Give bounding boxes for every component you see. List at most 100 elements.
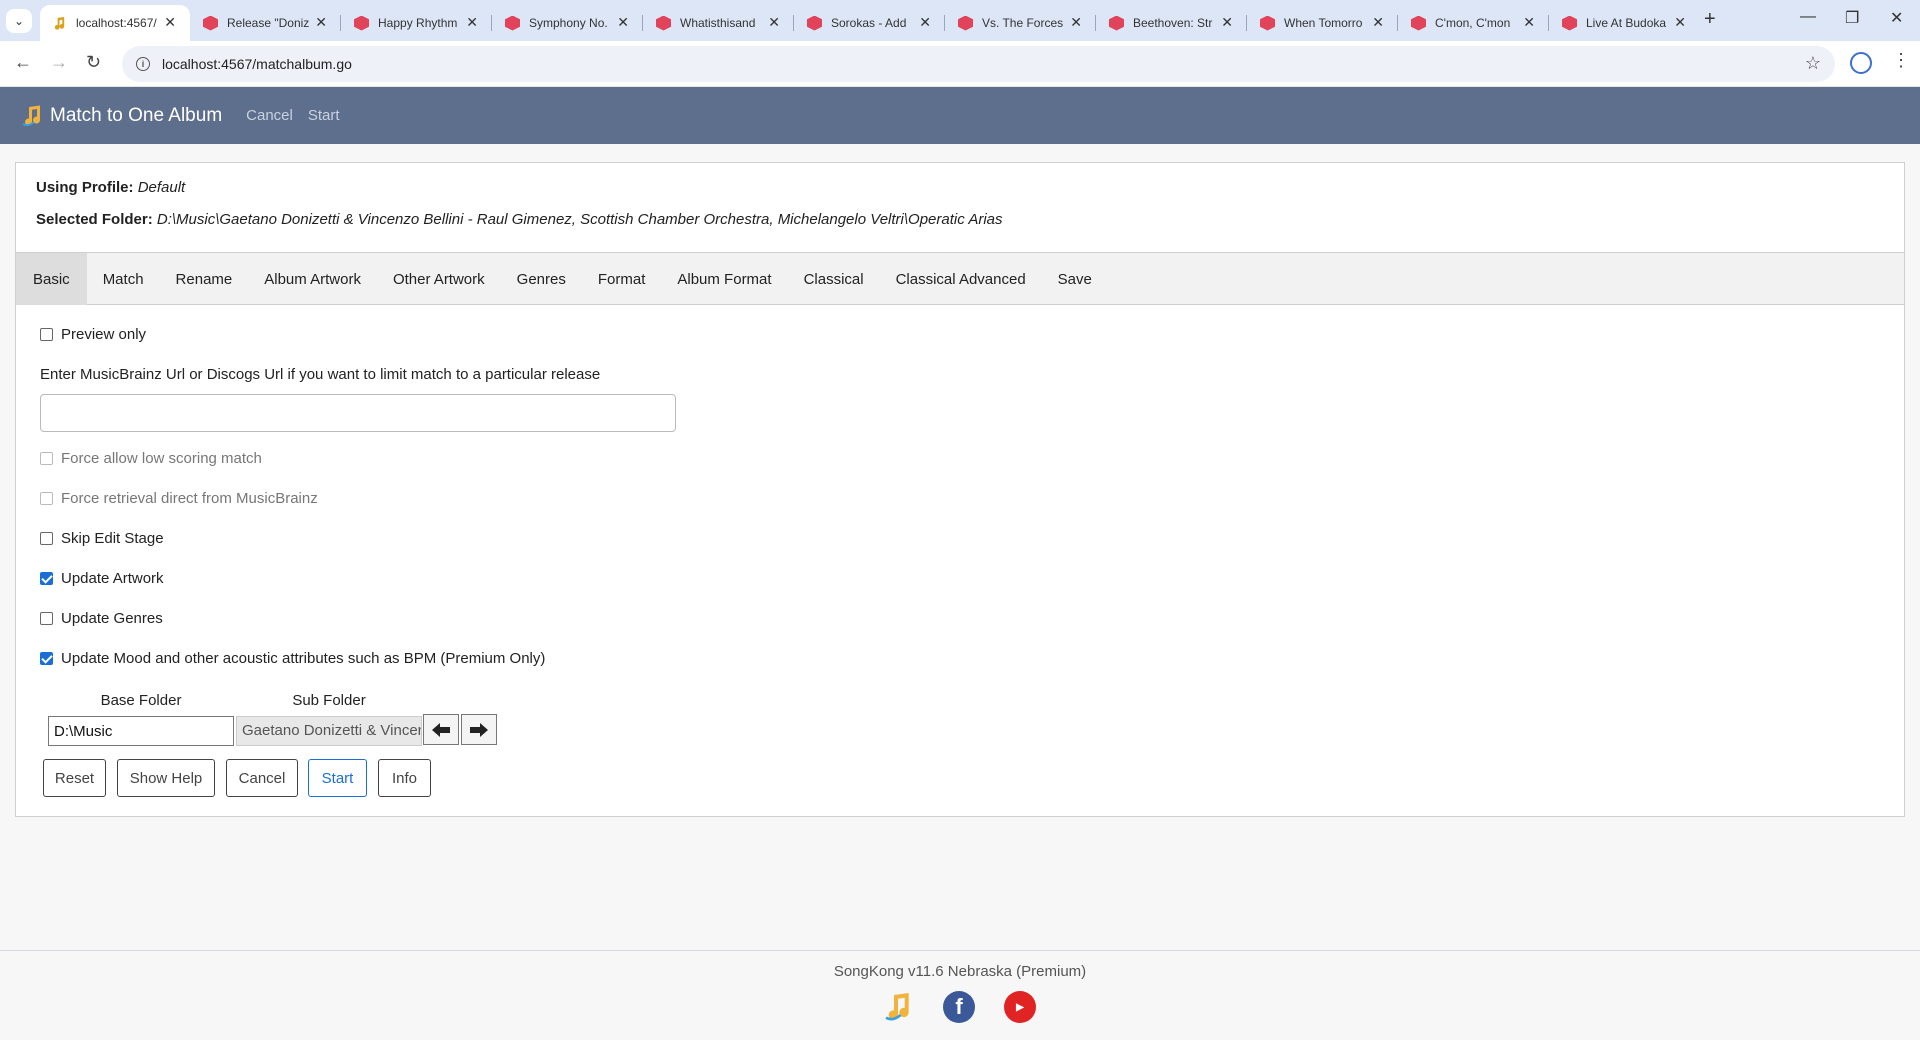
window-close-icon[interactable]: ✕ [1890, 8, 1903, 28]
browser-tab[interactable]: Live At Budoka ✕ [1550, 5, 1700, 41]
tab-match[interactable]: Match [87, 253, 160, 305]
browser-tab-strip: ⌄ localhost:4567/ ✕ Release "Doniz ✕ Hap… [0, 0, 1920, 41]
tab-title: Symphony No. [529, 16, 608, 30]
browser-tab[interactable]: Release "Doniz ✕ [191, 5, 341, 41]
tab-search-button[interactable]: ⌄ [6, 9, 32, 33]
browser-menu-icon[interactable]: ⋮ [1892, 50, 1910, 71]
close-tab-icon[interactable]: ✕ [617, 14, 629, 31]
close-tab-icon[interactable]: ✕ [1221, 14, 1233, 31]
url-bar[interactable]: i localhost:4567/matchalbum.go ☆ [122, 46, 1835, 82]
preview-only-checkbox[interactable] [40, 328, 53, 341]
close-tab-icon[interactable]: ✕ [1372, 14, 1384, 31]
reset-button[interactable]: Reset [43, 759, 106, 797]
browser-tab[interactable]: localhost:4567/ ✕ [40, 5, 190, 41]
tab-separator [1397, 15, 1398, 31]
page-title: Match to One Album [50, 104, 223, 126]
version-text: SongKong v11.6 Nebraska (Premium) [833, 963, 1087, 980]
skip-edit-option[interactable]: Skip Edit Stage [40, 530, 164, 547]
tab-basic[interactable]: Basic [16, 253, 87, 305]
musicbrainz-favicon-icon [656, 15, 671, 31]
sub-folder-field: Gaetano Donizetti & Vincen [236, 716, 422, 746]
tab-rename[interactable]: Rename [160, 253, 249, 305]
folder-info: Selected Folder: D:\Music\Gaetano Donize… [36, 211, 1003, 228]
update-genres-label: Update Genres [61, 610, 163, 627]
preview-only-option[interactable]: Preview only [40, 326, 146, 343]
browser-tab[interactable]: Whatisthisand ✕ [644, 5, 794, 41]
tab-other-artwork[interactable]: Other Artwork [377, 253, 501, 305]
close-tab-icon[interactable]: ✕ [466, 14, 478, 31]
close-tab-icon[interactable]: ✕ [1523, 14, 1535, 31]
update-genres-option[interactable]: Update Genres [40, 610, 163, 627]
base-folder-input[interactable] [48, 716, 234, 746]
tab-save[interactable]: Save [1042, 253, 1108, 305]
tab-title: C'mon, C'mon [1435, 16, 1511, 30]
release-url-input[interactable] [40, 394, 676, 432]
tab-format[interactable]: Format [582, 253, 662, 305]
back-arrow-icon[interactable]: ← [14, 52, 32, 73]
youtube-icon[interactable]: ▶ [1004, 991, 1036, 1023]
preview-only-label: Preview only [61, 326, 147, 343]
profile-icon[interactable] [1850, 52, 1872, 74]
header-cancel-link[interactable]: Cancel [246, 107, 293, 124]
musicbrainz-favicon-icon [1109, 15, 1124, 31]
update-artwork-option[interactable]: Update Artwork [40, 570, 164, 587]
force-retrieval-checkbox[interactable] [40, 492, 53, 505]
update-genres-checkbox[interactable] [40, 612, 53, 625]
close-tab-icon[interactable]: ✕ [315, 14, 327, 31]
close-tab-icon[interactable]: ✕ [768, 14, 780, 31]
musicbrainz-favicon-icon [1260, 15, 1275, 31]
skip-edit-checkbox[interactable] [40, 532, 53, 545]
close-tab-icon[interactable]: ✕ [919, 14, 931, 31]
update-mood-option[interactable]: Update Mood and other acoustic attribute… [40, 650, 545, 667]
info-button[interactable]: Info [378, 759, 431, 797]
browser-tab[interactable]: Symphony No. ✕ [493, 5, 643, 41]
arrow-left-icon [432, 722, 450, 737]
update-mood-checkbox[interactable] [40, 652, 53, 665]
tab-classical-advanced[interactable]: Classical Advanced [880, 253, 1042, 305]
tab-title: Release "Doniz [227, 16, 309, 30]
close-tab-icon[interactable]: ✕ [164, 14, 176, 31]
close-tab-icon[interactable]: ✕ [1674, 14, 1686, 31]
reload-icon[interactable]: ↻ [86, 52, 101, 73]
bookmark-star-icon[interactable]: ☆ [1805, 53, 1821, 74]
musicbrainz-favicon-icon [1411, 15, 1426, 31]
sub-folder-label: Sub Folder [292, 692, 366, 709]
browser-tab[interactable]: Happy Rhythm ✕ [342, 5, 492, 41]
facebook-icon[interactable]: f [943, 991, 975, 1023]
site-info-icon[interactable]: i [136, 57, 150, 71]
cancel-button[interactable]: Cancel [226, 759, 298, 797]
browser-tab[interactable]: Vs. The Forces ✕ [946, 5, 1096, 41]
force-low-score-option[interactable]: Force allow low scoring match [40, 450, 262, 467]
browser-tab[interactable]: When Tomorro ✕ [1248, 5, 1398, 41]
update-artwork-checkbox[interactable] [40, 572, 53, 585]
restore-icon[interactable]: ❐ [1845, 8, 1859, 28]
header-start-link[interactable]: Start [308, 107, 340, 124]
folder-right-button[interactable] [461, 714, 497, 745]
tab-genres[interactable]: Genres [501, 253, 582, 305]
force-retrieval-option[interactable]: Force retrieval direct from MusicBrainz [40, 490, 318, 507]
tab-separator [793, 15, 794, 31]
musicbrainz-favicon-icon [505, 15, 520, 31]
tab-separator [944, 15, 945, 31]
footer-divider [0, 950, 1920, 951]
songkong-footer-logo-icon[interactable] [882, 991, 914, 1023]
minimize-icon[interactable]: — [1800, 8, 1816, 26]
show-help-button[interactable]: Show Help [117, 759, 215, 797]
tab-classical[interactable]: Classical [788, 253, 880, 305]
tab-title: When Tomorro [1284, 16, 1363, 30]
tab-album-format[interactable]: Album Format [661, 253, 787, 305]
browser-tab[interactable]: Beethoven: Str ✕ [1097, 5, 1247, 41]
tab-title: Beethoven: Str [1133, 16, 1213, 30]
url-text: localhost:4567/matchalbum.go [162, 56, 352, 72]
match-album-panel: Using Profile: Default Selected Folder: … [15, 162, 1905, 817]
tab-album-artwork[interactable]: Album Artwork [248, 253, 377, 305]
folder-left-button[interactable] [423, 714, 459, 745]
new-tab-icon[interactable]: + [1704, 8, 1716, 31]
start-button[interactable]: Start [308, 759, 367, 797]
close-tab-icon[interactable]: ✕ [1070, 14, 1082, 31]
force-low-score-checkbox[interactable] [40, 452, 53, 465]
tab-title: Live At Budoka [1586, 16, 1667, 30]
browser-tab[interactable]: Sorokas - Add ✕ [795, 5, 945, 41]
browser-tab[interactable]: C'mon, C'mon ✕ [1399, 5, 1549, 41]
forward-arrow-icon[interactable]: → [50, 52, 68, 73]
